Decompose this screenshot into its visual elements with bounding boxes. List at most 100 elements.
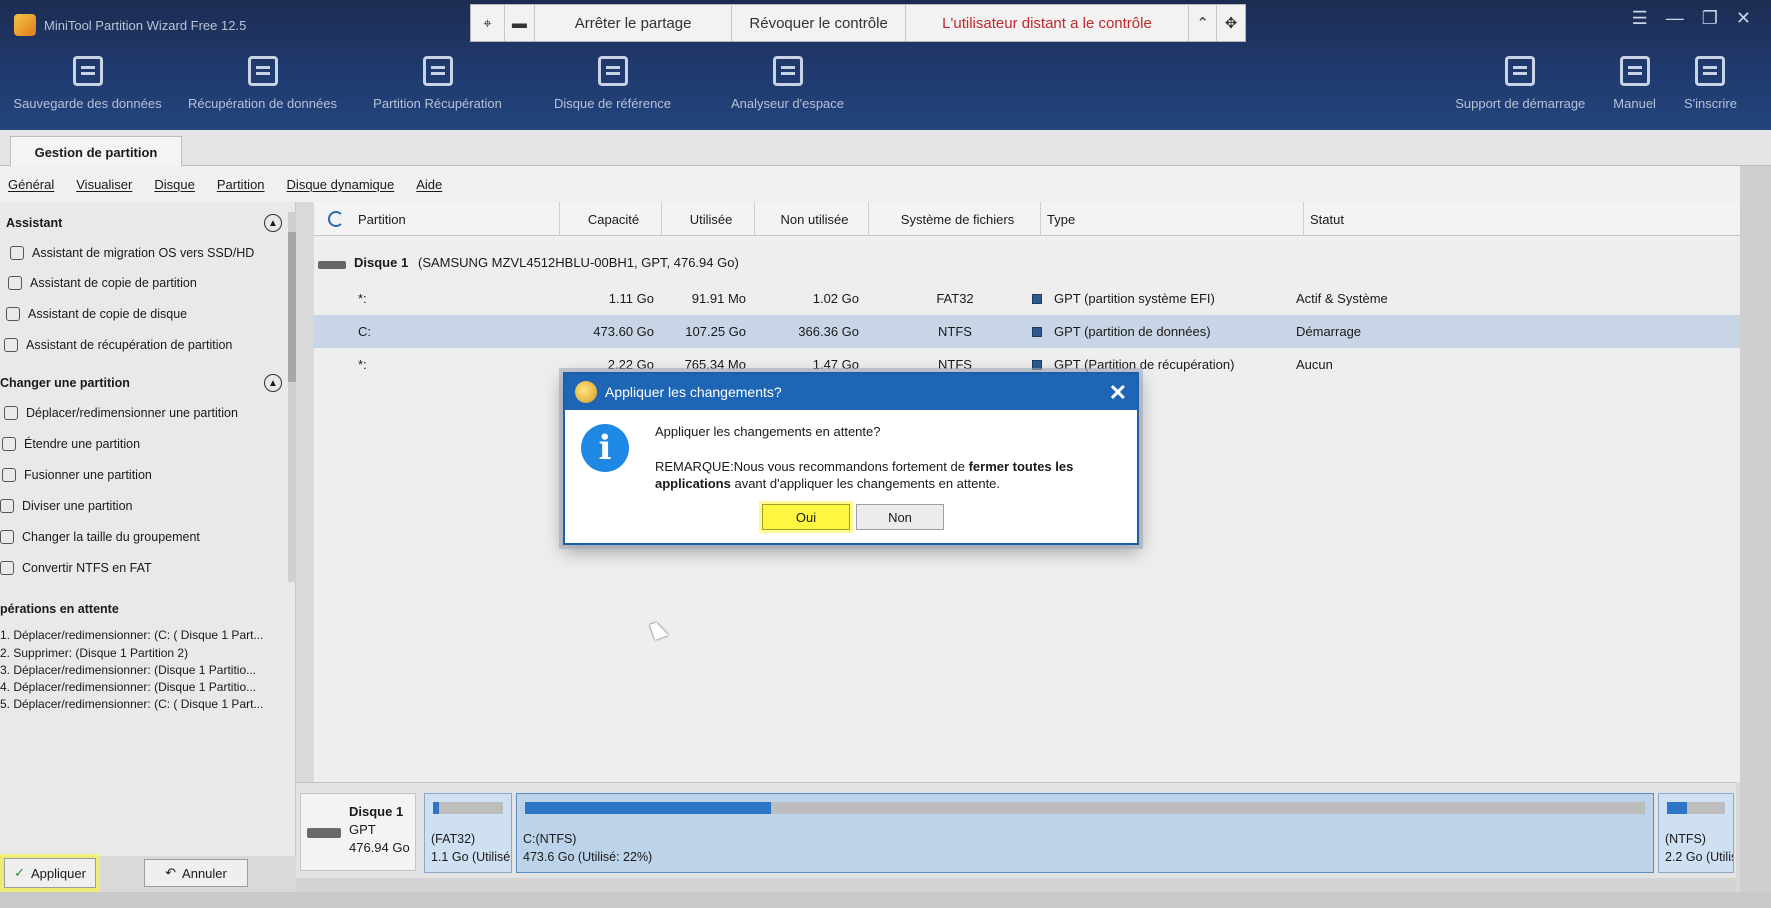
revoke-control-button[interactable]: Révoquer le contrôle xyxy=(732,5,906,41)
change-item-label: Étendre une partition xyxy=(24,437,141,451)
cell-status: Démarrage xyxy=(1296,324,1362,339)
change-item[interactable]: Étendre une partition xyxy=(2,437,140,451)
col-type[interactable]: Type xyxy=(1041,202,1304,236)
partition-label: C:(NTFS) xyxy=(523,832,577,846)
info-icon: i xyxy=(581,424,629,472)
menu-disk[interactable]: Disque xyxy=(154,177,194,192)
menu-general[interactable]: Général xyxy=(8,177,54,192)
assistant-item[interactable]: Assistant de copie de partition xyxy=(8,276,197,290)
change-item[interactable]: Déplacer/redimensionner une partition xyxy=(4,406,238,420)
cell-used: 107.25 Go xyxy=(685,324,746,339)
cluster-size-icon xyxy=(0,530,14,544)
change-item[interactable]: Diviser une partition xyxy=(0,499,132,513)
change-section-header[interactable]: Changer une partition ▲ xyxy=(0,374,292,392)
toolbar-manual-button[interactable]: Manuel xyxy=(1599,56,1670,126)
toolbar-backup-button[interactable]: Sauvegarde des données xyxy=(0,56,175,126)
toolbar-disk-benchmark-button[interactable]: Disque de référence xyxy=(525,56,700,126)
col-filesystem[interactable]: Système de fichiers xyxy=(869,202,1041,236)
disk-row[interactable]: Disque 1 (SAMSUNG MZVL4512HBLU-00BH1, GP… xyxy=(314,246,1740,280)
usage-bar xyxy=(1667,802,1725,814)
change-item-label: Convertir NTFS en FAT xyxy=(22,561,152,575)
left-scrollbar-thumb[interactable] xyxy=(288,232,296,382)
col-partition[interactable]: Partition xyxy=(352,202,560,236)
refresh-icon[interactable] xyxy=(328,211,344,227)
stop-sharing-button[interactable]: Arrêter le partage xyxy=(535,5,733,41)
collapse-up-icon[interactable]: ▲ xyxy=(264,374,282,392)
toolbar-label: Partition Récupération xyxy=(373,96,502,111)
change-item[interactable]: Convertir NTFS en FAT xyxy=(0,561,152,575)
collapse-up-icon[interactable]: ▲ xyxy=(264,214,282,232)
collapse-icon[interactable]: ⌃ xyxy=(1189,5,1218,41)
tab-partition-management[interactable]: Gestion de partition xyxy=(10,136,182,167)
disk-map-card[interactable]: Disque 1 GPT 476.94 Go xyxy=(300,793,416,871)
toolbar-partition-recovery-button[interactable]: Partition Récupération xyxy=(350,56,525,126)
disk-icon xyxy=(307,828,341,838)
pin-icon[interactable]: ⌖ xyxy=(471,5,505,41)
cell-type: GPT (partition de données) xyxy=(1032,315,1211,348)
pending-operation[interactable]: 2. Supprimer: (Disque 1 Partition 2) xyxy=(0,646,188,660)
move-icon[interactable]: ✥ xyxy=(1217,5,1245,41)
table-row-selected[interactable]: C: 473.60 Go 107.25 Go 366.36 Go NTFS GP… xyxy=(314,315,1740,348)
change-item[interactable]: Fusionner une partition xyxy=(2,468,152,482)
assistant-item-label: Assistant de copie de partition xyxy=(30,276,197,290)
pending-operation[interactable]: 4. Déplacer/redimensionner: (Disque 1 Pa… xyxy=(0,680,256,694)
close-icon[interactable]: ✕ xyxy=(1736,8,1751,29)
convert-icon xyxy=(0,561,14,575)
disk-map-scrollbar[interactable] xyxy=(296,878,1736,892)
col-capacity[interactable]: Capacité xyxy=(560,202,662,236)
assistant-item[interactable]: Assistant de récupération de partition xyxy=(4,338,232,352)
pending-operation[interactable]: 3. Déplacer/redimensionner: (Disque 1 Pa… xyxy=(0,663,256,677)
minimize-icon[interactable]: — xyxy=(1666,8,1684,29)
disk-icon xyxy=(318,261,346,269)
menu-view[interactable]: Visualiser xyxy=(76,177,132,192)
note-suffix: avant d'appliquer les changements en att… xyxy=(730,476,1001,491)
cell-capacity: 473.60 Go xyxy=(593,324,654,339)
copy-partition-icon xyxy=(8,276,22,290)
pending-operation[interactable]: 5. Déplacer/redimensionner: (C: ( Disque… xyxy=(0,697,263,711)
table-header: Partition Capacité Utilisée Non utilisée… xyxy=(314,202,1740,236)
disk-map-partition-c[interactable]: C:(NTFS) 473.6 Go (Utilisé: 22%) xyxy=(516,793,1654,873)
tab-strip: Gestion de partition xyxy=(0,130,1771,167)
table-row[interactable]: *: 1.11 Go 91.91 Mo 1.02 Go FAT32 GPT (p… xyxy=(314,282,1740,315)
col-status[interactable]: Statut xyxy=(1304,202,1740,236)
menu-partition[interactable]: Partition xyxy=(217,177,265,192)
menu-dynamic-disk[interactable]: Disque dynamique xyxy=(287,177,395,192)
assistant-section-header[interactable]: Assistant ▲ xyxy=(0,214,292,232)
cell-type-label: GPT (partition système EFI) xyxy=(1054,291,1215,306)
disk-map-partition-efi[interactable]: (FAT32) 1.1 Go (Utilisé xyxy=(424,793,512,873)
toolbar-bootable-media-button[interactable]: Support de démarrage xyxy=(1441,56,1599,126)
col-unused[interactable]: Non utilisée xyxy=(755,202,869,236)
change-item[interactable]: Changer la taille du groupement xyxy=(0,530,200,544)
disk-map-name: Disque 1 xyxy=(349,804,404,819)
pending-operation[interactable]: 1. Déplacer/redimensionner: (C: ( Disque… xyxy=(0,628,263,642)
change-item-label: Déplacer/redimensionner une partition xyxy=(26,406,238,420)
menu-icon[interactable]: ☰ xyxy=(1632,8,1648,29)
dialog-title-bar: Appliquer les changements? xyxy=(565,374,1137,410)
yes-button[interactable]: Oui xyxy=(762,504,850,530)
assistant-item[interactable]: Assistant de copie de disque xyxy=(6,307,187,321)
bar-menu-icon[interactable]: ▬ xyxy=(505,5,535,41)
bottom-strip xyxy=(0,892,1771,908)
disk-map-partition-recovery[interactable]: (NTFS) 2.2 Go (Utilis xyxy=(1658,793,1734,873)
disk-info: (SAMSUNG MZVL4512HBLU-00BH1, GPT, 476.94… xyxy=(418,255,739,270)
disk-name: Disque 1 xyxy=(354,255,409,270)
assistant-item[interactable]: Assistant de migration OS vers SSD/HD xyxy=(10,246,254,260)
partition-label: (NTFS) xyxy=(1665,832,1706,846)
space-analyzer-icon xyxy=(772,56,803,86)
no-button[interactable]: Non xyxy=(856,504,944,530)
restore-icon[interactable]: ❐ xyxy=(1702,8,1718,29)
left-panel: Assistant ▲ Assistant de migration OS ve… xyxy=(0,202,296,856)
copy-disk-icon xyxy=(6,307,20,321)
menu-help[interactable]: Aide xyxy=(416,177,442,192)
toolbar-data-recovery-button[interactable]: Récupération de données xyxy=(175,56,350,126)
apply-button[interactable]: ✓ Appliquer xyxy=(4,858,96,888)
toolbar-register-button[interactable]: S'inscrire xyxy=(1670,56,1751,126)
cancel-button[interactable]: ↶ Annuler xyxy=(144,859,248,887)
col-used[interactable]: Utilisée xyxy=(662,202,755,236)
toolbar-space-analyzer-button[interactable]: Analyseur d'espace xyxy=(700,56,875,126)
cancel-button-label: Annuler xyxy=(182,865,227,881)
cell-unused: 1.02 Go xyxy=(812,291,859,306)
pending-section-header[interactable]: pérations en attente xyxy=(0,602,292,616)
dialog-title: Appliquer les changements? xyxy=(605,384,782,400)
close-icon[interactable]: ✕ xyxy=(1109,380,1127,406)
